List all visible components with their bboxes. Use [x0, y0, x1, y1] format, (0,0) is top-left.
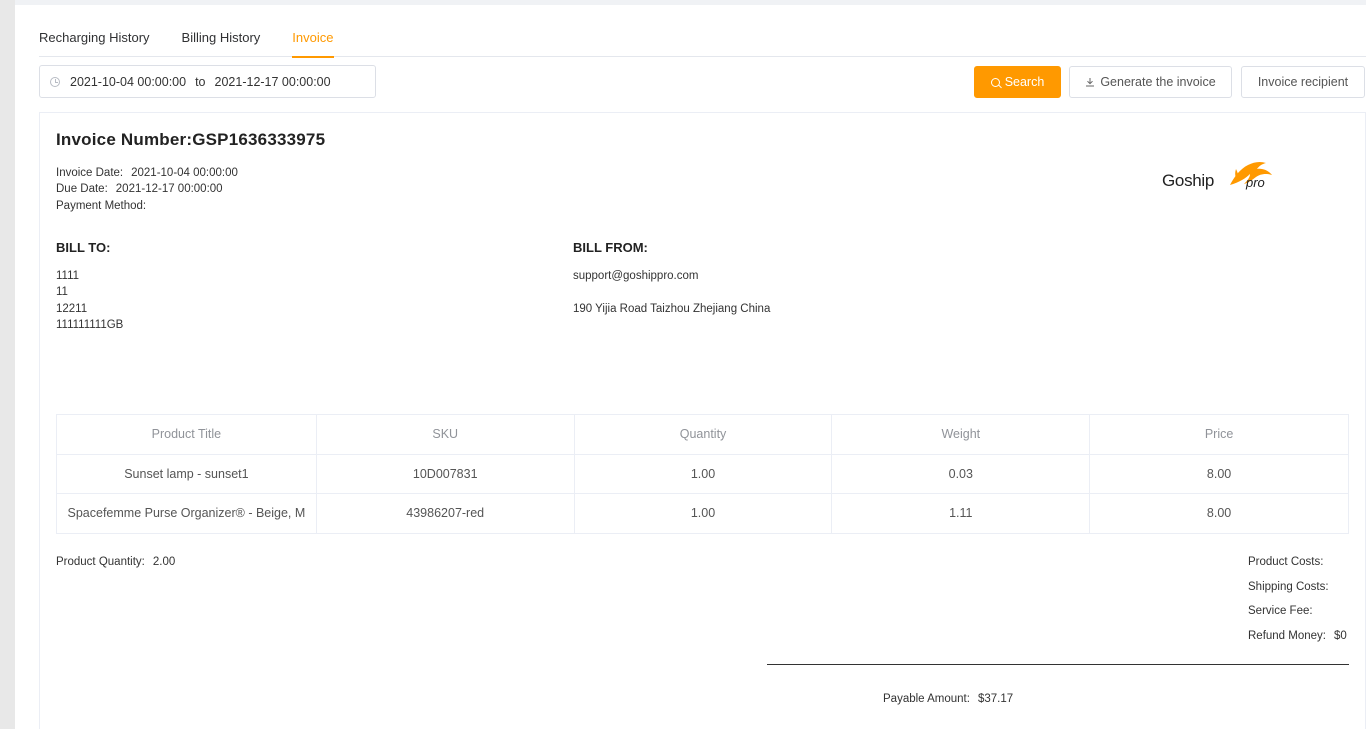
- bill-from-heading: BILL FROM:: [573, 240, 648, 255]
- bill-to-line: 11: [56, 286, 68, 298]
- date-range-end[interactable]: 2021-12-17 00:00:00: [215, 75, 331, 89]
- cell-quantity: 1.00: [573, 453, 833, 494]
- bill-to-line: 111111111GB: [56, 319, 124, 331]
- search-button-label: Search: [1004, 75, 1045, 89]
- bill-to-line: 1111: [56, 270, 80, 282]
- due-date-label: Due Date:: [56, 183, 108, 195]
- product-quantity-line: Product Quantity: 2.00: [56, 556, 175, 568]
- product-quantity-value: 2.00: [152, 556, 176, 568]
- invoice-date-line: Invoice Date: 2021-10-04 00:00:00: [56, 167, 238, 179]
- search-button[interactable]: Search: [974, 66, 1061, 98]
- download-icon: [1085, 77, 1095, 87]
- bill-to-line: 12211: [56, 303, 88, 315]
- column-header-product-title: Product Title: [56, 414, 317, 455]
- tab-recharging-history[interactable]: Recharging History: [39, 29, 182, 57]
- invoice-card: Invoice Number:GSP1636333975 Invoice Dat…: [39, 112, 1366, 729]
- shipping-costs-label: Shipping Costs:: [1248, 581, 1329, 593]
- payable-amount-label: Payable Amount:: [883, 693, 970, 705]
- product-costs-label: Product Costs:: [1248, 556, 1324, 568]
- product-quantity-label: Product Quantity:: [56, 556, 145, 568]
- invoice-date-label: Invoice Date:: [56, 167, 124, 179]
- tab-invoice[interactable]: Invoice: [292, 29, 365, 58]
- cell-price: 8.00: [1089, 493, 1349, 534]
- cell-product-title: Spacefemme Purse Organizer® - Beige, M: [56, 493, 317, 534]
- date-range-separator: to: [195, 74, 206, 89]
- payment-method-label: Payment Method:: [56, 200, 147, 212]
- due-date-value: 2021-12-17 00:00:00: [115, 183, 223, 195]
- bill-to-heading: BILL TO:: [56, 240, 111, 255]
- product-costs-line: Product Costs:: [1248, 556, 1331, 568]
- table-row: Sunset lamp - sunset1 10D007831 1.00 0.0…: [56, 453, 1349, 494]
- refund-money-label: Refund Money:: [1248, 630, 1326, 642]
- goship-pro-logo: Goship pro: [1162, 155, 1277, 195]
- cell-product-title: Sunset lamp - sunset1: [56, 453, 317, 494]
- bill-from-address: 190 Yijia Road Taizhou Zhejiang China: [573, 303, 771, 315]
- payment-method-line: Payment Method:: [56, 200, 154, 212]
- generate-invoice-label: Generate the invoice: [1100, 75, 1216, 89]
- logo-text: Goship: [1162, 171, 1214, 190]
- date-range-start[interactable]: 2021-10-04 00:00:00: [70, 75, 186, 89]
- table-row: Spacefemme Purse Organizer® - Beige, M 4…: [56, 493, 1349, 534]
- shipping-costs-line: Shipping Costs:: [1248, 581, 1337, 593]
- invoice-number-title: Invoice Number:GSP1636333975: [56, 130, 326, 149]
- cell-sku: 10D007831: [315, 453, 575, 494]
- cell-sku: 43986207-red: [315, 493, 575, 534]
- column-header-quantity: Quantity: [573, 414, 833, 455]
- due-date-line: Due Date: 2021-12-17 00:00:00: [56, 183, 223, 195]
- summary-divider: [767, 664, 1349, 665]
- invoice-recipient-label: Invoice recipient: [1257, 75, 1349, 89]
- tab-billing-history[interactable]: Billing History: [182, 29, 293, 57]
- main-panel: Recharging History Billing History Invoi…: [15, 5, 1366, 729]
- invoice-recipient-button[interactable]: Invoice recipient: [1241, 66, 1365, 98]
- cell-price: 8.00: [1089, 453, 1349, 494]
- tab-bar: Recharging History Billing History Invoi…: [39, 29, 1366, 58]
- left-edge-strip: [0, 0, 15, 729]
- payable-amount-value: $37.17: [977, 693, 1014, 705]
- table-header-row: Product Title SKU Quantity Weight Price: [56, 414, 1349, 455]
- payable-amount-line: Payable Amount: $37.17: [883, 693, 1013, 705]
- column-header-weight: Weight: [831, 414, 1091, 455]
- search-icon: [990, 77, 1000, 87]
- generate-invoice-button[interactable]: Generate the invoice: [1069, 66, 1232, 98]
- logo-suffix: pro: [1245, 175, 1265, 190]
- bill-from-email: support@goshippro.com: [573, 270, 699, 282]
- clock-icon: [50, 76, 60, 87]
- refund-money-line: Refund Money: $0: [1248, 630, 1347, 642]
- column-header-sku: SKU: [315, 414, 575, 455]
- refund-money-value: $0: [1334, 630, 1347, 642]
- date-range-picker[interactable]: 2021-10-04 00:00:00 to 2021-12-17 00:00:…: [39, 65, 376, 98]
- cell-quantity: 1.00: [573, 493, 833, 534]
- invoice-date-value: 2021-10-04 00:00:00: [131, 167, 238, 179]
- service-fee-line: Service Fee:: [1248, 605, 1321, 617]
- cell-weight: 1.11: [831, 493, 1091, 534]
- cell-weight: 0.03: [831, 453, 1091, 494]
- service-fee-label: Service Fee:: [1248, 605, 1313, 617]
- column-header-price: Price: [1089, 414, 1349, 455]
- products-table: Product Title SKU Quantity Weight Price …: [56, 414, 1349, 534]
